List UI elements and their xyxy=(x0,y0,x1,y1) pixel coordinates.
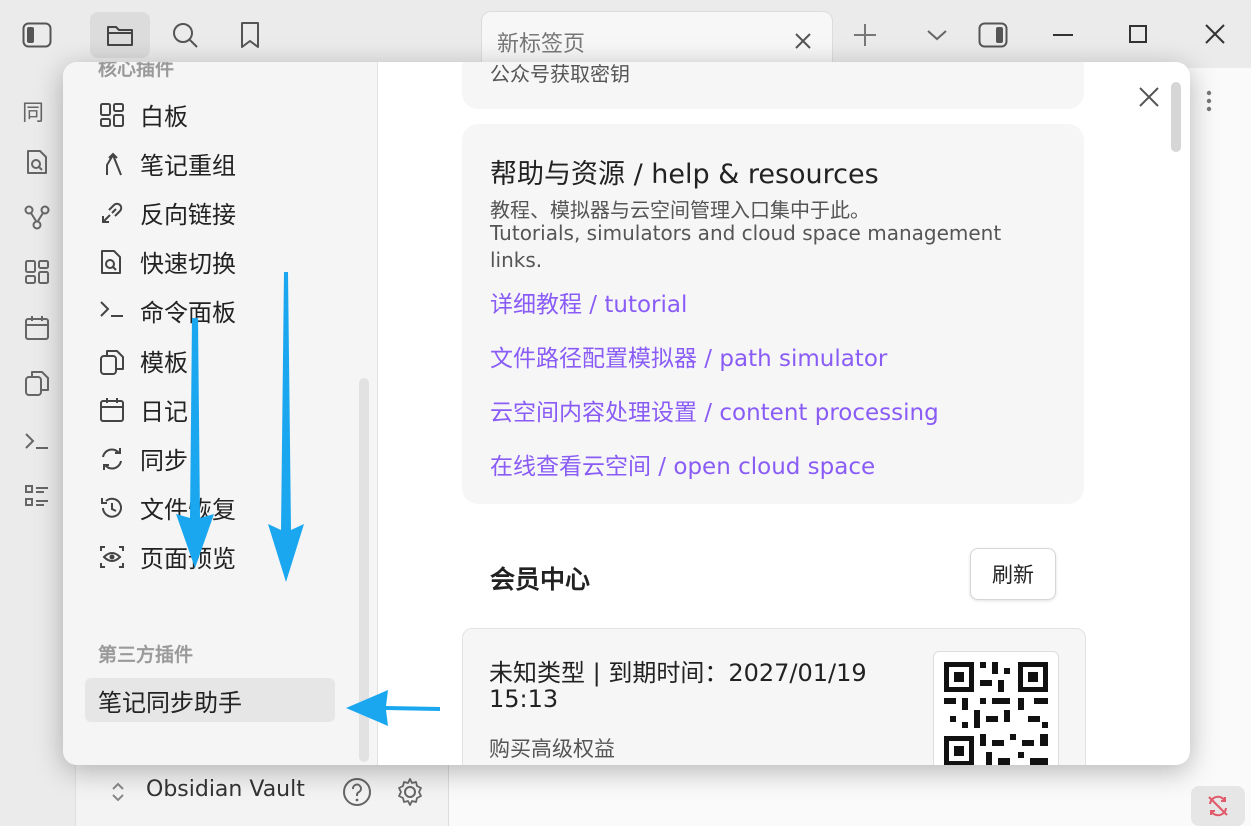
folder-icon xyxy=(105,22,135,48)
graph-view-icon[interactable] xyxy=(23,203,51,231)
help-desc-cn: 教程、模拟器与云空间管理入口集中于此。 xyxy=(490,198,870,222)
maximize-icon[interactable] xyxy=(1124,20,1152,48)
canvas-icon xyxy=(99,102,125,128)
payment-qr-code xyxy=(933,651,1059,765)
third-party-plugins-heading: 第三方插件 xyxy=(98,644,194,666)
nav-item-note-composer[interactable]: 笔记重组 xyxy=(85,141,335,185)
nav-item-note-sync-helper[interactable]: 笔记同步助手 xyxy=(85,678,335,722)
template-icon xyxy=(99,348,125,375)
close-modal-icon[interactable] xyxy=(1136,84,1162,110)
help-title: 帮助与资源 / help & resources xyxy=(490,159,879,190)
quick-switcher-icon[interactable] xyxy=(24,148,50,176)
sidebar-toggle-icon[interactable] xyxy=(20,20,54,50)
key-card-text: 公众号获取密钥 xyxy=(490,62,630,86)
tab-title: 新标签页 xyxy=(497,32,586,57)
tab-list-chevron-icon[interactable] xyxy=(922,22,952,48)
help-icon[interactable] xyxy=(341,776,373,808)
help-desc-en-line1: Tutorials, simulators and cloud space ma… xyxy=(490,221,1002,245)
content-processing-link[interactable]: 云空间内容处理设置 / content processing xyxy=(490,393,939,427)
refresh-button[interactable]: 刷新 xyxy=(970,548,1056,600)
backlink-icon xyxy=(99,200,125,226)
merge-icon xyxy=(99,151,125,177)
templates-ribbon-icon[interactable] xyxy=(23,368,51,398)
settings-modal: 核心插件 白板 笔记重组 反向链接 快速切换 命令面板 模板 日记 同步 文件恢… xyxy=(63,62,1190,765)
vault-name[interactable]: Obsidian Vault xyxy=(146,777,305,802)
membership-type-expiry: 未知类型 | 到期时间：2027/01/19 xyxy=(489,659,867,687)
nav-item-label: 快速切换 xyxy=(140,249,236,278)
key-card: 公众号获取密钥 xyxy=(462,62,1084,109)
search-icon[interactable] xyxy=(170,20,200,50)
member-center-title: 会员中心 xyxy=(490,565,591,594)
content-scrollbar[interactable] xyxy=(1171,82,1181,152)
buy-premium-label[interactable]: 购买高级权益 xyxy=(489,733,615,763)
nav-item-label: 反向链接 xyxy=(140,200,236,229)
command-palette-icon[interactable] xyxy=(23,428,51,454)
quick-switch-icon xyxy=(99,249,125,275)
core-plugins-heading: 核心插件 xyxy=(98,62,175,80)
settings-gear-icon[interactable] xyxy=(394,776,426,808)
minimize-icon[interactable] xyxy=(1048,22,1078,48)
help-resources-card: 帮助与资源 / help & resources 教程、模拟器与云空间管理入口集… xyxy=(462,124,1084,504)
daily-note-icon[interactable] xyxy=(23,314,51,342)
nav-item-backlinks[interactable]: 反向链接 xyxy=(85,190,335,234)
ribbon-sync-char[interactable]: 同 xyxy=(22,95,44,127)
membership-card: 未知类型 | 到期时间：2027/01/19 15:13 购买高级权益 xyxy=(462,628,1086,765)
right-sidebar-toggle-icon[interactable] xyxy=(976,20,1010,50)
settings-content: 公众号获取密钥 帮助与资源 / help & resources 教程、模拟器与… xyxy=(378,62,1190,765)
sync-error-icon xyxy=(1205,793,1231,819)
calendar-icon xyxy=(99,397,125,423)
open-cloud-space-link[interactable]: 在线查看云空间 / open cloud space xyxy=(490,447,875,481)
nav-item-label: 笔记同步助手 xyxy=(98,688,242,717)
scroll-down-arrow-icon xyxy=(268,272,304,582)
nav-item-canvas[interactable]: 白板 xyxy=(85,92,335,136)
file-explorer-button[interactable] xyxy=(90,12,150,58)
preview-icon xyxy=(99,544,125,570)
more-options-icon[interactable] xyxy=(1199,88,1219,114)
help-desc-en-line2: links. xyxy=(490,248,543,272)
close-tab-icon[interactable] xyxy=(790,28,816,54)
close-window-icon[interactable] xyxy=(1200,20,1230,48)
bookmark-icon[interactable] xyxy=(236,20,264,50)
vault-switcher-chevrons-icon[interactable] xyxy=(106,778,130,806)
sync-status-button[interactable] xyxy=(1191,786,1245,826)
point-left-arrow-icon xyxy=(346,690,440,726)
history-icon xyxy=(99,495,125,521)
new-tab-icon[interactable] xyxy=(850,20,880,50)
outline-icon[interactable] xyxy=(23,482,51,510)
tutorial-link[interactable]: 详细教程 / tutorial xyxy=(490,285,687,319)
scroll-down-arrow-icon xyxy=(176,318,214,568)
nav-item-label: 笔记重组 xyxy=(140,151,236,180)
membership-expiry-time: 15:13 xyxy=(489,685,559,713)
path-simulator-link[interactable]: 文件路径配置模拟器 / path simulator xyxy=(490,339,887,373)
sync-icon xyxy=(99,446,125,472)
canvas-ribbon-icon[interactable] xyxy=(23,258,51,286)
terminal-icon xyxy=(99,298,125,324)
nav-item-label: 白板 xyxy=(140,102,188,131)
settings-nav: 核心插件 白板 笔记重组 反向链接 快速切换 命令面板 模板 日记 同步 文件恢… xyxy=(63,62,378,765)
title-bar: 新标签页 xyxy=(0,0,1251,70)
